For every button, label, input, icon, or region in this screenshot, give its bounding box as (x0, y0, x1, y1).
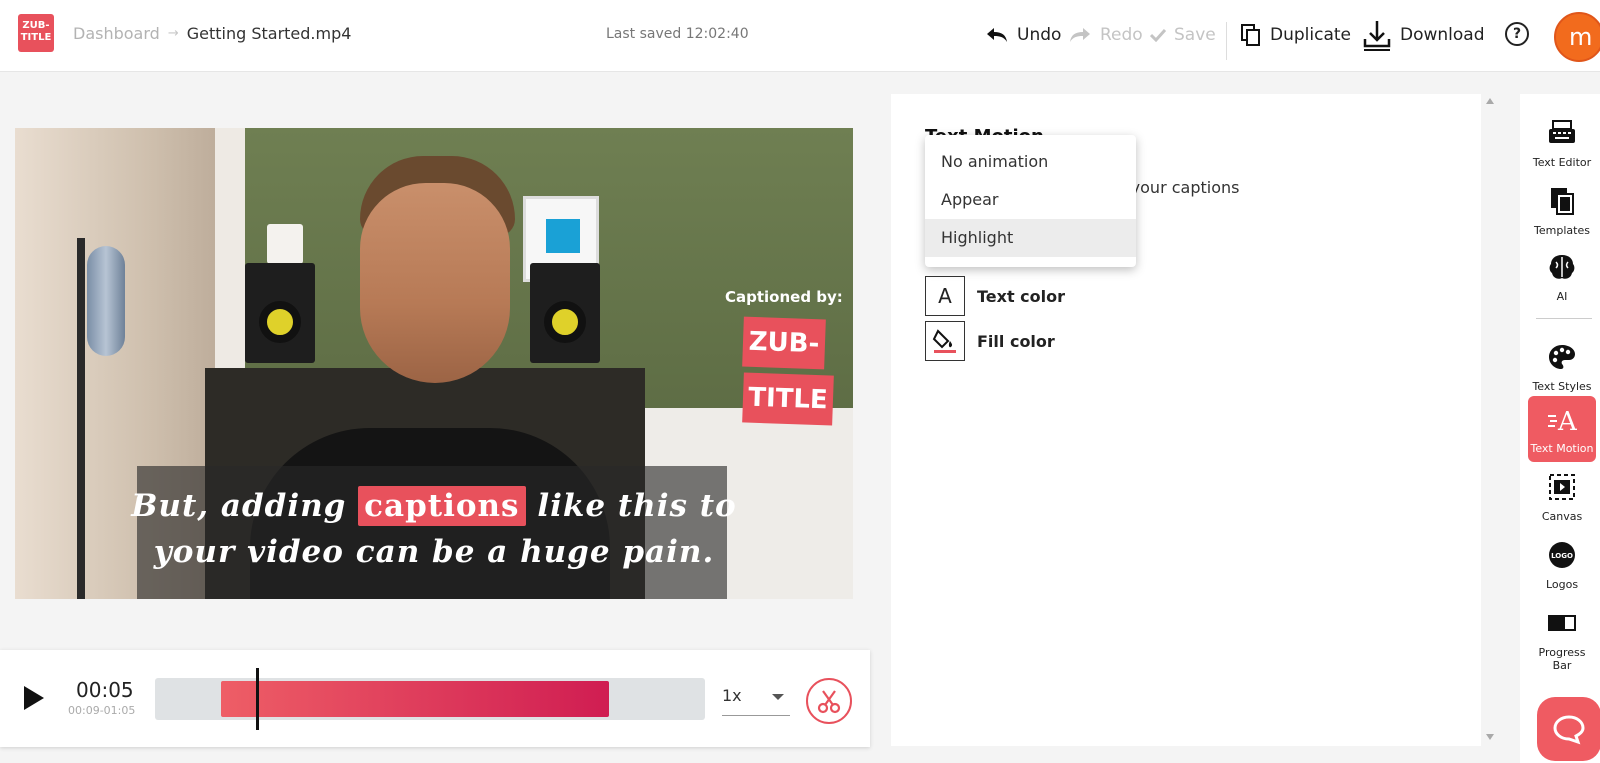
panel-scrollbar[interactable] (1484, 94, 1496, 746)
last-saved-status: Last saved 12:02:40 (606, 26, 749, 42)
breadcrumb: Dashboard → Getting Started.mp4 (73, 24, 351, 43)
rail-item-text-motion[interactable]: A Text Motion (1528, 396, 1596, 462)
brain-icon (1549, 255, 1575, 279)
timeline-track[interactable] (155, 668, 705, 730)
user-avatar[interactable]: m (1554, 12, 1600, 62)
text-motion-icon: A (1548, 407, 1578, 437)
toolbar-divider (1226, 22, 1227, 60)
rail-label-progress-bar: Progress Bar (1538, 646, 1586, 672)
caption-line-1: But, adding captions like this to (15, 486, 853, 526)
rail-item-text-styles[interactable]: Text Styles (1528, 334, 1596, 400)
logo-icon: LOGO (1549, 542, 1575, 568)
canvas-icon (1549, 474, 1575, 500)
watermark-badge-bottom: TITLE (742, 372, 834, 426)
fill-color-icon[interactable] (925, 321, 965, 361)
chat-support-button[interactable] (1537, 697, 1600, 761)
caption-overlay[interactable]: But, adding captions like this to your v… (131, 466, 736, 599)
undo-label: Undo (1017, 25, 1062, 45)
redo-button[interactable]: Redo (1068, 20, 1143, 50)
top-header: ZUB- TITLE Dashboard → Getting Started.mp… (0, 0, 1600, 72)
dropdown-option-appear[interactable]: Appear (925, 181, 1136, 219)
watermark-badge-top: ZUB- (742, 316, 826, 370)
time-range: 00:09-01:05 (68, 704, 136, 717)
breadcrumb-current-file: Getting Started.mp4 (186, 24, 352, 43)
arrow-right-icon: → (167, 26, 179, 41)
app-logo[interactable]: ZUB- TITLE (18, 14, 54, 52)
templates-icon (1551, 188, 1574, 215)
typewriter-icon (1549, 120, 1575, 143)
captioned-by-text: Captioned by: (725, 288, 843, 306)
rail-label-canvas: Canvas (1541, 510, 1583, 523)
current-time: 00:05 (76, 678, 134, 702)
redo-icon (1070, 28, 1090, 42)
rail-label-text-editor: Text Editor (1532, 156, 1592, 169)
download-button[interactable]: Download (1362, 20, 1485, 51)
video-scene-speaker-left (245, 263, 315, 363)
rail-divider (1536, 318, 1592, 319)
text-color-icon[interactable]: A (925, 276, 965, 316)
playback-speed-select[interactable]: 1x (722, 686, 790, 716)
caption-text-after: like this to (537, 488, 737, 524)
rail-item-templates[interactable]: Templates (1528, 178, 1596, 244)
chat-bubble-icon (1553, 715, 1585, 745)
rail-item-text-editor[interactable]: Text Editor (1528, 110, 1596, 176)
rail-label-logos: Logos (1545, 578, 1579, 591)
redo-label: Redo (1100, 25, 1143, 45)
caption-text-before: But, adding (131, 488, 347, 524)
video-scene-person-head (360, 183, 510, 383)
scroll-up-icon[interactable] (1486, 98, 1494, 104)
rail-item-progress-bar[interactable]: Progress Bar (1528, 600, 1596, 672)
text-color-label: Text color (977, 286, 1066, 306)
paint-bucket-icon (932, 329, 956, 353)
rail-label-text-styles: Text Styles (1532, 380, 1592, 393)
progress-bar-icon (1548, 615, 1576, 631)
timeline-selection[interactable] (221, 681, 609, 717)
save-label: Save (1174, 25, 1216, 45)
palette-icon (1549, 345, 1575, 369)
play-icon[interactable] (24, 686, 44, 710)
video-preview[interactable]: Captioned by: ZUB- TITLE But, adding cap… (15, 128, 853, 599)
panel-description: r your captions (1119, 178, 1240, 197)
undo-icon (987, 28, 1007, 42)
animation-dropdown-menu: No animation Appear Highlight (925, 135, 1136, 267)
download-label: Download (1400, 25, 1485, 45)
save-button[interactable]: Save (1150, 20, 1216, 50)
video-scene-mug (267, 224, 303, 264)
duplicate-icon (1241, 24, 1260, 46)
chevron-down-icon (772, 694, 784, 700)
playback-speed-value: 1x (722, 686, 742, 705)
video-scene-speaker-right (530, 263, 600, 363)
tool-rail: Text Editor Templates AI Text Styles A T… (1520, 94, 1600, 763)
video-scene-microphone (87, 246, 125, 356)
rail-item-ai[interactable]: AI (1528, 244, 1596, 310)
fill-color-label: Fill color (977, 331, 1055, 351)
help-icon[interactable]: ? (1505, 22, 1529, 46)
rail-label-templates: Templates (1534, 224, 1590, 237)
svg-text:LOGO: LOGO (1551, 552, 1573, 560)
player-controls: 00:05 00:09-01:05 1x (0, 650, 870, 747)
breadcrumb-dashboard-link[interactable]: Dashboard (73, 24, 160, 43)
rail-item-canvas[interactable]: Canvas (1528, 464, 1596, 530)
caption-line-2: your video can be a huge pain. (153, 534, 715, 570)
download-icon (1363, 21, 1391, 51)
checkmark-icon (1150, 28, 1166, 42)
fill-color-row[interactable]: Fill color (925, 321, 1055, 361)
undo-button[interactable]: Undo (985, 20, 1061, 50)
text-color-row[interactable]: A Text color (925, 276, 1065, 316)
rail-label-ai: AI (1556, 290, 1568, 303)
scroll-down-icon[interactable] (1486, 734, 1494, 740)
scissors-icon (817, 690, 841, 714)
duplicate-button[interactable]: Duplicate (1240, 20, 1351, 50)
dropdown-option-no-animation[interactable]: No animation (925, 143, 1136, 181)
trim-button[interactable] (806, 678, 852, 724)
playhead[interactable] (256, 668, 260, 730)
svg-text:A: A (1557, 407, 1577, 434)
rail-item-logos[interactable]: LOGO Logos (1528, 532, 1596, 598)
caption-highlight-word: captions (358, 486, 526, 526)
dropdown-option-highlight[interactable]: Highlight (925, 219, 1136, 257)
duplicate-label: Duplicate (1270, 25, 1351, 45)
rail-label-text-motion: Text Motion (1530, 442, 1594, 455)
